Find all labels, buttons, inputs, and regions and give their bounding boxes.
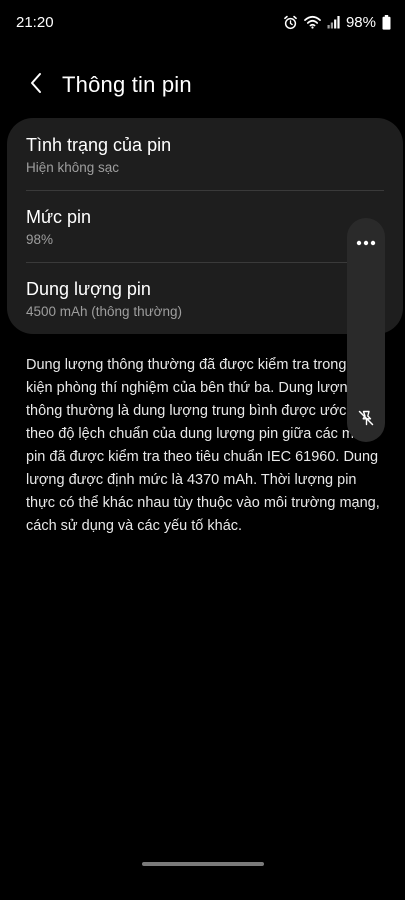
battery-info-card: Tình trạng của pin Hiện không sạc Mức pi… xyxy=(7,118,403,334)
floating-edge-panel[interactable] xyxy=(347,218,385,442)
more-options-icon xyxy=(356,233,376,251)
alarm-icon xyxy=(283,15,298,30)
battery-level-value: 98% xyxy=(26,232,54,247)
battery-level-item[interactable]: Mức pin 98% xyxy=(7,190,403,262)
status-bar: 21:20 98% xyxy=(0,0,405,44)
back-button[interactable] xyxy=(18,67,54,103)
description-line: lượng được định mức là 4370 mAh. Thời lư… xyxy=(26,472,357,488)
battery-status-item[interactable]: Tình trạng của pin Hiện không sạc xyxy=(7,118,403,190)
description-line: thông thường là dung lượng trung bình đư… xyxy=(26,403,355,419)
battery-percent: 98% xyxy=(345,13,376,31)
capacity-description: Dung lượng thông thường đã được kiểm tra… xyxy=(26,354,382,538)
unpin-icon xyxy=(357,409,375,432)
description-line: theo độ lệch chuẩn của dung lượng pin gi… xyxy=(26,426,354,442)
battery-status-value: Hiện không sạc xyxy=(26,160,120,175)
battery-level-title: Mức pin xyxy=(26,207,92,227)
description-line: cách sử dụng và các yếu tố khác. xyxy=(26,518,243,534)
screen: 21:20 98% Thông tin pin Tình trạng của p… xyxy=(0,0,405,900)
wifi-icon xyxy=(304,15,321,29)
description-line: kiện phòng thí nghiệm của bên thứ ba. Du… xyxy=(26,380,356,396)
unpin-button[interactable] xyxy=(350,404,382,436)
description-line: pin đã được kiểm tra theo tiêu chuẩn IEC… xyxy=(26,449,379,465)
chevron-left-icon xyxy=(28,71,44,100)
more-options-button[interactable] xyxy=(350,226,382,258)
battery-icon xyxy=(382,14,391,30)
signal-icon xyxy=(327,15,340,29)
status-icons: 98% xyxy=(283,14,391,31)
battery-capacity-title: Dung lượng pin xyxy=(26,279,151,299)
battery-capacity-item[interactable]: Dung lượng pin 4500 mAh (thông thường) xyxy=(7,262,403,334)
header: Thông tin pin xyxy=(0,62,405,108)
gesture-nav-handle[interactable] xyxy=(142,862,264,866)
description-line: thực có thể khác nhau tùy thuộc vào môi … xyxy=(26,495,380,511)
status-time: 21:20 xyxy=(16,13,54,31)
battery-status-title: Tình trạng của pin xyxy=(26,135,172,155)
page-title: Thông tin pin xyxy=(62,72,192,97)
description-line: Dung lượng thông thường đã được kiểm tra… xyxy=(26,357,347,373)
battery-capacity-value: 4500 mAh (thông thường) xyxy=(26,304,182,319)
